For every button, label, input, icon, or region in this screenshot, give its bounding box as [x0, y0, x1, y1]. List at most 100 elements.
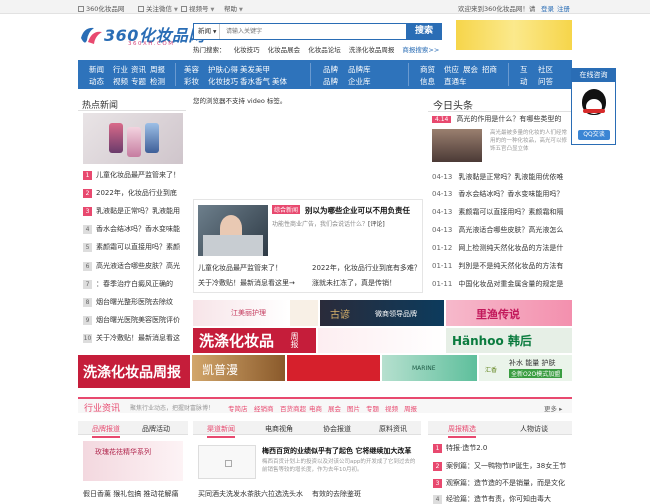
nav-item[interactable]: 视频: [113, 76, 128, 87]
nav-head[interactable]: 商贸: [420, 64, 435, 75]
list-item[interactable]: 04-13 高光液适合哪些皮肤？高光液怎么: [432, 225, 570, 235]
industry-tag[interactable]: 图片: [347, 403, 360, 413]
headline-lead[interactable]: 4.14 高光的作用是什么？有哪些类型的: [432, 114, 561, 124]
news-link[interactable]: 2022年，化妆品行业到底有多难？: [312, 263, 421, 273]
ad-banner[interactable]: 江美丽护理: [193, 300, 288, 326]
nav-item[interactable]: 招商: [482, 64, 497, 75]
login-link[interactable]: 登录: [541, 3, 554, 13]
industry-tag[interactable]: 经销商: [254, 403, 274, 413]
search-category-select[interactable]: 新闻 ▼: [194, 24, 220, 39]
list-item[interactable]: 4 香水会结冰吗？香水变味能: [83, 224, 185, 237]
hot-search-link[interactable]: 化妆品展会: [268, 46, 301, 54]
list-item[interactable]: 6 高光液适合哪些皮肤？高光: [83, 261, 185, 274]
help-menu[interactable]: 帮助 ▼: [224, 3, 243, 13]
list-item[interactable]: 4 经验篇：造节有责，你可知由毒大: [433, 494, 572, 504]
news-link[interactable]: 假日香薰 猴礼包搞 推动花解痛: [83, 489, 178, 499]
nav-head[interactable]: 美容: [184, 64, 199, 75]
list-item[interactable]: 1 特报·造节2.0: [433, 443, 487, 453]
list-item[interactable]: 01-12 网上检测纯天然化妆品的方法是什: [432, 243, 570, 253]
video-account-menu[interactable]: 视频号 ▼: [181, 3, 214, 13]
list-item[interactable]: 7 ：春季治疗白癜风正确的: [83, 279, 185, 292]
list-item[interactable]: 01-11 中国化妆品对重金属含量的规定是: [432, 279, 570, 289]
list-item[interactable]: 2 案例篇：又一鸭物节IP诞生，38女王节: [433, 461, 572, 471]
nav-head[interactable]: 彩妆: [184, 76, 199, 87]
news-link[interactable]: 关于冷敷贴！最新消息看这里→: [198, 278, 295, 288]
hot-search-link[interactable]: 洗涤化妆品周报: [349, 46, 395, 54]
list-item[interactable]: 9 烟台曙光医院美容医院评价: [83, 315, 185, 328]
ad-banner[interactable]: 汇香 补水 能量 护肤 全新O2O模式加盟: [479, 355, 572, 381]
tab-ecommerce[interactable]: 电商视角: [265, 424, 293, 434]
industry-tag[interactable]: 专简店: [228, 403, 248, 413]
nav-head[interactable]: 动态: [89, 76, 104, 87]
nav-item[interactable]: 化妆技巧: [208, 76, 238, 87]
more-search-link[interactable]: 商报搜索>>: [402, 46, 439, 54]
nav-item[interactable]: 美体: [272, 76, 287, 87]
industry-tag[interactable]: 周报: [404, 403, 417, 413]
logo-icon[interactable]: [78, 24, 104, 48]
tab-brand-report[interactable]: 品牌报道: [92, 424, 120, 438]
ad-banner[interactable]: [318, 328, 444, 353]
nav-item[interactable]: 行业: [113, 64, 128, 75]
list-item[interactable]: 10 关于冷敷贴！最新消息看这: [83, 333, 185, 346]
list-item[interactable]: 01-11 判別是不是纯天然化妆品的方法有: [432, 261, 570, 271]
review-link[interactable]: [评论]: [368, 221, 385, 228]
list-item[interactable]: 8 烟台曙光整形医院去除纹: [83, 297, 185, 310]
nav-item[interactable]: 香水香气: [240, 76, 270, 87]
nav-item[interactable]: 展会: [463, 64, 478, 75]
brand-image[interactable]: 玫瑰花祛精华系列: [83, 441, 183, 481]
list-item[interactable]: 1 儿童化妆品最严监管来了！: [83, 170, 185, 183]
hot-search-link[interactable]: 化妆品论坛: [308, 46, 341, 54]
featured-news-image[interactable]: [198, 205, 268, 256]
site-home-link[interactable]: 360化妆品网: [78, 3, 124, 13]
tab-weekly[interactable]: 周报精选: [448, 424, 476, 438]
list-item[interactable]: 5 素颜霜可以直接用吗？素颜: [83, 242, 185, 255]
featured-headline[interactable]: 别以为哪些企业可以不用负责任: [305, 205, 410, 216]
tab-channel-news[interactable]: 渠道新闻: [207, 424, 235, 438]
search-button[interactable]: 搜索: [406, 23, 442, 40]
tab-interviews[interactable]: 人物访谈: [520, 424, 548, 434]
follow-wechat-menu[interactable]: 关注微信 ▼: [138, 3, 178, 13]
ad-banner[interactable]: 凯普漫: [192, 355, 285, 381]
industry-tag[interactable]: 展会: [328, 403, 341, 413]
nav-item[interactable]: 专题: [131, 76, 146, 87]
nav-item[interactable]: 企业库: [348, 76, 371, 87]
list-item[interactable]: 3 乳液黏是正常吗？乳液能用: [83, 206, 185, 219]
industry-tag[interactable]: 百货商超: [280, 403, 306, 413]
nav-head[interactable]: 新闻: [89, 64, 104, 75]
list-item[interactable]: 3 观察篇：造节造的不是销量，而是文化: [433, 478, 572, 488]
nav-item[interactable]: 资讯: [131, 64, 146, 75]
tab-brand-activity[interactable]: 品牌活动: [142, 424, 170, 434]
news-link[interactable]: 涨就未扛冻了，真是传销！: [312, 278, 396, 288]
nav-item[interactable]: 周报: [150, 64, 165, 75]
more-link[interactable]: 更多 ▸: [544, 403, 562, 413]
list-item[interactable]: 2 2022年，化妆品行业到底: [83, 188, 185, 201]
broken-image[interactable]: [198, 445, 256, 479]
ad-banner[interactable]: 洗涤化妆品周报: [78, 355, 190, 388]
news-link[interactable]: 儿童化妆品最严监管来了！: [198, 263, 282, 273]
nav-item[interactable]: 供应: [444, 64, 459, 75]
list-item[interactable]: 04-13 香水会结冰吗？香水变味能用吗？: [432, 189, 570, 199]
ad-banner[interactable]: Hänhoo 韩后: [446, 328, 572, 353]
nav-head[interactable]: 信息: [420, 76, 435, 87]
nav-item[interactable]: 问答: [538, 76, 553, 87]
hot-news-image[interactable]: [83, 113, 183, 164]
list-item[interactable]: 04-13 素颜霜可以直接用吗？素颜霜和隔: [432, 207, 570, 217]
search-input[interactable]: [221, 24, 407, 39]
headline-image[interactable]: [432, 129, 482, 162]
industry-tag[interactable]: 专题: [366, 403, 379, 413]
top-banner-ad[interactable]: [456, 20, 572, 50]
ad-banner[interactable]: [287, 355, 380, 381]
nav-item[interactable]: 检测: [150, 76, 165, 87]
nav-head[interactable]: 品牌: [323, 64, 338, 75]
ad-banner[interactable]: 洗涤化妆品周报: [193, 328, 316, 353]
nav-head[interactable]: 品牌: [323, 76, 338, 87]
nav-item[interactable]: 美发美甲: [240, 64, 270, 75]
nav-item[interactable]: 品牌库: [348, 64, 371, 75]
nav-item[interactable]: 社区: [538, 64, 553, 75]
ad-banner[interactable]: [290, 300, 318, 326]
news-link[interactable]: 有效的去除鉴斑: [312, 489, 361, 499]
nav-item[interactable]: 直通车: [444, 76, 467, 87]
ad-banner[interactable]: 古谚 微商领导品牌: [320, 300, 444, 326]
nav-item[interactable]: 护肤心得: [208, 64, 238, 75]
tab-materials[interactable]: 原料资讯: [379, 424, 407, 434]
